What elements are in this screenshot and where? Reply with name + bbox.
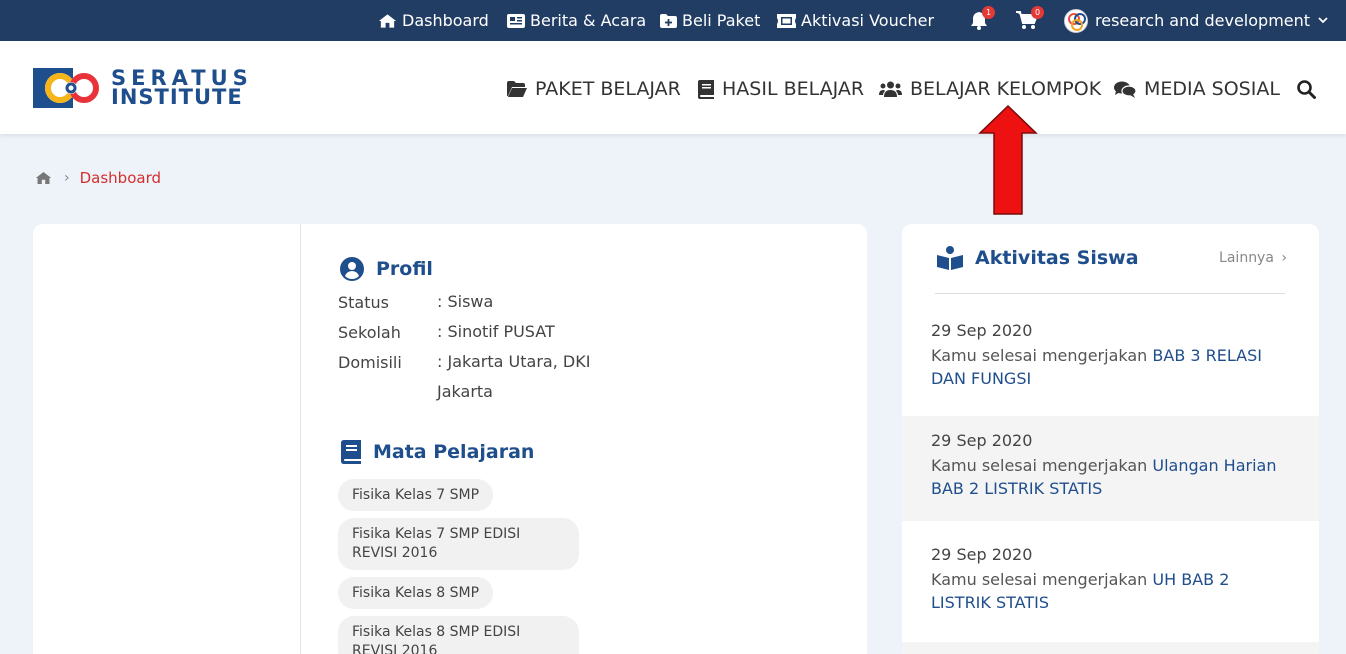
activity-item[interactable]: 29 Sep 2020 Kamu selesai mengerjakan UH … <box>902 530 1319 640</box>
domisili-value-line1: : Jakarta Utara, DKI <box>437 352 591 371</box>
topbar-berita-link[interactable]: Berita & Acara <box>507 0 646 41</box>
nav-belajar-kelompok[interactable]: BELAJAR KELOMPOK <box>879 77 1101 101</box>
status-value: : Siswa <box>437 292 494 311</box>
search-button[interactable] <box>1297 77 1324 101</box>
nav-paket-label: PAKET BELAJAR <box>535 78 681 100</box>
nav-media-label: MEDIA SOSIAL <box>1144 78 1280 100</box>
home-icon <box>378 13 397 28</box>
mapel-title: Mata Pelajaran <box>373 441 535 463</box>
activity-date: 29 Sep 2020 <box>931 321 1033 340</box>
cart-count-badge: 0 <box>1031 6 1044 19</box>
activity-prefix: Kamu selesai mengerjakan <box>931 456 1148 475</box>
subject-chip[interactable]: Fisika Kelas 7 SMP EDISI REVISI 2016 <box>338 518 579 570</box>
activity-item[interactable]: 29 Sep 2020 Kamu selesai mengerjakan Ula… <box>902 416 1319 521</box>
topbar-voucher-link[interactable]: Aktivasi Voucher <box>777 0 934 41</box>
profil-heading: Profil <box>340 257 433 281</box>
sekolah-value: : Sinotif PUSAT <box>437 322 555 341</box>
comments-icon <box>1114 81 1136 98</box>
domisili-value-line2: Jakarta <box>437 382 493 401</box>
profile-card: Profil Status : Siswa Sekolah : Sinotif … <box>33 224 867 654</box>
chevron-right-icon: › <box>1281 250 1287 266</box>
activity-title: Aktivitas Siswa <box>975 247 1139 269</box>
nav-hasil-label: HASIL BELAJAR <box>722 78 865 100</box>
topbar-berita-label: Berita & Acara <box>530 11 647 30</box>
topbar-dashboard-label: Dashboard <box>402 11 489 30</box>
ticket-icon <box>777 13 796 28</box>
red-arrow-annotation <box>978 104 1038 215</box>
breadcrumb: › Dashboard <box>35 168 161 188</box>
user-menu[interactable]: research and development <box>1064 0 1333 41</box>
profil-title: Profil <box>376 258 433 280</box>
folder-plus-icon <box>660 13 677 28</box>
topbar-dashboard-link[interactable]: Dashboard <box>378 0 489 41</box>
avatar <box>1064 8 1088 33</box>
subject-chip[interactable]: Fisika Kelas 7 SMP <box>338 479 494 511</box>
folder-open-icon <box>507 81 527 97</box>
breadcrumb-separator: › <box>64 170 70 186</box>
mapel-heading: Mata Pelajaran <box>341 440 534 464</box>
activity-date: 29 Sep 2020 <box>931 545 1033 564</box>
status-label: Status <box>338 293 389 312</box>
subject-chip-label: Fisika Kelas 7 SMP EDISI REVISI 2016 <box>352 526 521 561</box>
card-divider <box>300 224 301 654</box>
activity-divider <box>935 293 1285 294</box>
subject-chip[interactable]: Fisika Kelas 8 SMP <box>338 577 494 609</box>
activity-prefix: Kamu selesai mengerjakan <box>931 570 1148 589</box>
subject-chip[interactable]: Fisika Kelas 8 SMP EDISI REVISI 2016 <box>338 616 579 654</box>
reading-icon <box>937 246 963 270</box>
more-link[interactable]: Lainnya › <box>1219 250 1287 266</box>
logo-line2: INSTITUTE <box>111 85 243 109</box>
more-label: Lainnya <box>1219 250 1274 266</box>
sekolah-label: Sekolah <box>338 323 401 342</box>
activity-heading: Aktivitas Siswa <box>937 246 1139 270</box>
activity-prefix: Kamu selesai mengerjakan <box>931 346 1148 365</box>
home-icon[interactable] <box>35 171 52 185</box>
activity-card: Aktivitas Siswa Lainnya › 29 Sep 2020 Ka… <box>902 224 1319 654</box>
newspaper-icon <box>507 13 525 28</box>
nav-kelompok-label: BELAJAR KELOMPOK <box>910 78 1102 100</box>
activity-item[interactable]: 29 Sep 2020 Kamu selesai mengerjakan BAB… <box>902 306 1319 416</box>
user-name: research and development <box>1095 11 1311 30</box>
user-circle-icon <box>340 257 364 281</box>
users-icon <box>879 81 902 97</box>
logo-mark <box>33 68 99 108</box>
subject-chip-label: Fisika Kelas 7 SMP <box>352 486 480 503</box>
topbar-voucher-label: Aktivasi Voucher <box>801 11 935 30</box>
nav-media-sosial[interactable]: MEDIA SOSIAL <box>1114 77 1280 101</box>
search-icon <box>1297 79 1316 99</box>
subject-chip-label: Fisika Kelas 8 SMP EDISI REVISI 2016 <box>352 624 521 654</box>
notification-count-badge: 1 <box>982 6 995 19</box>
activity-desc: Kamu selesai mengerjakan Ulangan Harian … <box>931 454 1290 500</box>
topbar-beli-link[interactable]: Beli Paket <box>660 0 760 41</box>
chevron-down-icon <box>1318 17 1328 24</box>
domisili-label: Domisili <box>338 353 402 372</box>
top-bar: Dashboard Berita & Acara Beli Paket Akti… <box>0 0 1346 41</box>
book-icon <box>698 79 714 99</box>
seratus-logo[interactable]: SERATUS INSTITUTE <box>33 66 253 110</box>
breadcrumb-current[interactable]: Dashboard <box>80 169 161 187</box>
nav-hasil-belajar[interactable]: HASIL BELAJAR <box>698 77 864 101</box>
main-navbar: SERATUS INSTITUTE PAKET BELAJAR HASIL BE… <box>0 41 1346 134</box>
topbar-beli-label: Beli Paket <box>682 11 761 30</box>
activity-date: 29 Sep 2020 <box>931 431 1033 450</box>
subject-chip-label: Fisika Kelas 8 SMP <box>352 584 480 601</box>
activity-item[interactable] <box>902 642 1319 654</box>
activity-desc: Kamu selesai mengerjakan UH BAB 2 LISTRI… <box>931 568 1290 614</box>
nav-paket-belajar[interactable]: PAKET BELAJAR <box>507 77 681 101</box>
book-icon <box>341 440 361 464</box>
activity-desc: Kamu selesai mengerjakan BAB 3 RELASI DA… <box>931 344 1290 390</box>
